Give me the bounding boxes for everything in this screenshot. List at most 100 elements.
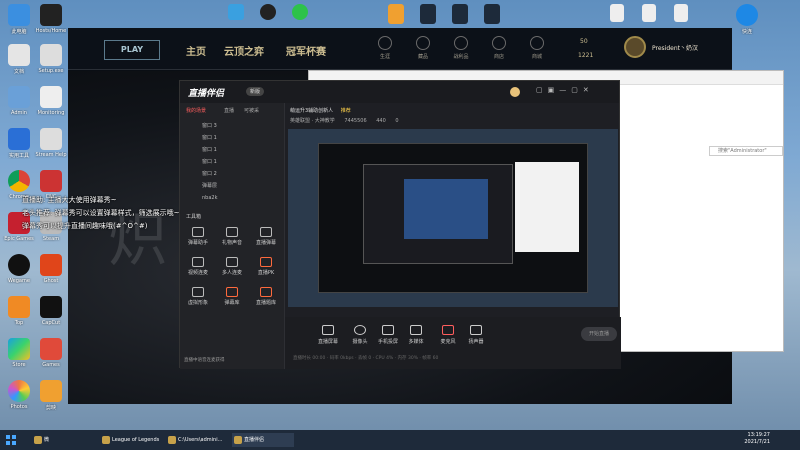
- stream-header: 萌运升3辅助创新人 推荐 英雄联盟 · 大神教学 7445506 440 0: [290, 107, 399, 124]
- tool-video-link[interactable]: 视频连麦: [184, 257, 212, 276]
- desktop-app-icon[interactable]: [228, 4, 244, 20]
- toolbox-label: 工具箱: [186, 214, 202, 220]
- tool-avatar[interactable]: 虚拟形象: [184, 287, 212, 306]
- document-icon-2[interactable]: [642, 4, 656, 22]
- taskbar-stream-app[interactable]: 直播伴侣: [232, 433, 294, 447]
- btn-screen[interactable]: 直播屏幕: [315, 325, 341, 345]
- document-icon[interactable]: [610, 4, 624, 22]
- lol-shortcut-icon-3[interactable]: [484, 4, 500, 24]
- tab-capture[interactable]: 可被采: [244, 107, 259, 114]
- btn-phone-cast[interactable]: 手机投屏: [375, 325, 401, 345]
- like-count: 0: [395, 118, 399, 124]
- nested-explorer: [515, 162, 579, 252]
- desktop-icon-kuailian[interactable]: 快连: [730, 4, 764, 35]
- taskbar: 微 League of Legends C:\Users\admini... 直…: [0, 430, 800, 450]
- summoner-avatar[interactable]: [624, 36, 646, 58]
- taskbar-wechat[interactable]: 微: [32, 433, 94, 447]
- stream-category: 英雄联盟 · 大神教学: [290, 118, 335, 124]
- play-button[interactable]: PLAY: [104, 40, 160, 60]
- desktop-icon-help[interactable]: Stream Help: [34, 128, 68, 158]
- danmaku-line: 弹幕秀可以提升直播间趣味哦(#^O^#): [22, 222, 148, 230]
- nested-preview-core: [404, 179, 488, 239]
- desktop-icon-ghost[interactable]: Ghost: [34, 254, 68, 284]
- layer-item[interactable]: 窗口 1: [184, 133, 280, 144]
- stream-title: 萌运升3辅助创新人: [290, 108, 334, 114]
- clock-time: 13:19:27: [747, 432, 770, 438]
- stream-room-id: 7445506: [344, 118, 367, 124]
- danmaku-line: 老头推荐: 弹幕秀可以设置弹幕样式，筛选展示哦~: [22, 209, 180, 217]
- layer-item[interactable]: 窗口 1: [184, 145, 280, 156]
- document-icon-3[interactable]: [674, 4, 688, 22]
- store-icon[interactable]: 商店: [482, 36, 516, 60]
- nav-clash[interactable]: 冠军杯赛: [286, 43, 326, 58]
- version-badge[interactable]: 新版: [246, 87, 265, 96]
- explorer-search-input[interactable]: 搜索"Administrator": [709, 146, 783, 156]
- tab-live[interactable]: 直播: [224, 107, 234, 114]
- layer-item[interactable]: 窗口 3: [184, 121, 280, 132]
- loot-icon[interactable]: 战利品: [444, 36, 478, 60]
- start-menu-icon[interactable]: [6, 435, 16, 445]
- desktop-icon-tools[interactable]: 实用工具: [2, 128, 36, 159]
- tool-multi-link[interactable]: 多人连麦: [218, 257, 246, 276]
- stream-tag: 推荐: [340, 108, 351, 114]
- lol-shortcut-icon-2[interactable]: [452, 4, 468, 24]
- league-splash-text: 炽: [108, 205, 168, 275]
- layer-item[interactable]: 弹幕层: [184, 181, 280, 192]
- nav-tft[interactable]: 云顶之弈: [224, 43, 264, 58]
- lol-shortcut-icon[interactable]: [420, 4, 436, 24]
- status-bar-text: 直播中语音连麦获得: [184, 358, 225, 363]
- taskbar-explorer[interactable]: C:\Users\admini...: [166, 433, 228, 447]
- clock-date: 2021/7/21: [744, 439, 770, 445]
- window-controls[interactable]: ▢▣—▢✕: [536, 86, 594, 94]
- shop-icon[interactable]: 商城: [520, 36, 554, 60]
- desktop-icon-jianying[interactable]: 剪映: [34, 380, 68, 411]
- desktop-icon-games[interactable]: Games: [34, 338, 68, 368]
- collection-icon[interactable]: 藏品: [406, 36, 440, 60]
- desktop-file-icon[interactable]: [388, 4, 404, 24]
- layer-item[interactable]: nba2k: [184, 193, 280, 204]
- desktop-icon-this-pc[interactable]: 此电脑: [2, 4, 36, 35]
- tool-pk[interactable]: 直播PK: [252, 257, 280, 276]
- tab-scenes[interactable]: 我的场景: [186, 107, 206, 114]
- stream-titlebar: 直播伴侣 新版 ▢▣—▢✕: [180, 81, 619, 103]
- danmaku-line: 直播助: 主播大大使用弹幕秀~: [22, 196, 117, 204]
- desktop-icon-store[interactable]: Store: [2, 338, 36, 368]
- desktop-icon-wegame[interactable]: Wegame: [2, 254, 36, 284]
- desktop-icon-monitor[interactable]: Monitoring: [34, 86, 68, 116]
- layer-item[interactable]: 窗口 1: [184, 157, 280, 168]
- desktop-icon-capcut[interactable]: CapCut: [34, 296, 68, 326]
- desktop-icon-admin[interactable]: Admin: [2, 86, 36, 116]
- stream-app-window[interactable]: 直播伴侣 新版 ▢▣—▢✕ 我的场景 直播 可被采 窗口 3 窗口 1 窗口 1…: [179, 80, 621, 369]
- tool-danmaku[interactable]: 弹幕助手: [184, 227, 212, 246]
- profile-icon[interactable]: 生涯: [368, 36, 402, 60]
- stream-preview-canvas[interactable]: [288, 129, 618, 307]
- btn-microphone[interactable]: 麦克风: [435, 325, 461, 345]
- riot-points: 1221: [578, 52, 594, 59]
- desktop-icon-photos[interactable]: Photos: [2, 380, 36, 410]
- tool-gift[interactable]: 礼物声音: [218, 227, 246, 246]
- qq-icon[interactable]: [260, 4, 276, 20]
- user-avatar[interactable]: [510, 87, 520, 97]
- go-live-button[interactable]: 开始直播: [581, 327, 617, 341]
- stream-stats: 直播时长 00:00 · 码率 0kbps · 丢帧 0 · CPU 4% · …: [293, 356, 439, 361]
- btn-media[interactable]: 多媒体: [403, 325, 429, 345]
- taskbar-clock[interactable]: 13:19:27 2021/7/21: [744, 432, 770, 446]
- nav-home[interactable]: 主页: [186, 43, 206, 58]
- taskbar-league[interactable]: League of Legends: [100, 433, 162, 447]
- layer-item[interactable]: 窗口 2: [184, 169, 280, 180]
- desktop-icon-hosts[interactable]: Hosts/Home: [34, 4, 68, 34]
- viewer-count: 440: [376, 118, 386, 124]
- btn-camera[interactable]: 摄像头: [347, 325, 373, 345]
- stream-bottom-toolbar: 直播屏幕 摄像头 手机投屏 多媒体 麦克风 扬声器 开始直播 直播时长 00:0…: [285, 317, 621, 369]
- desktop-icon-docs[interactable]: 文档: [2, 44, 36, 75]
- wechat-icon[interactable]: [292, 4, 308, 20]
- stream-sidebar: 我的场景 直播 可被采 窗口 3 窗口 1 窗口 1 窗口 1 窗口 2 弹幕层…: [180, 103, 285, 369]
- tool-quiz[interactable]: 直播题库: [252, 287, 280, 306]
- tool-danmaku-lib[interactable]: 弹幕库: [218, 287, 246, 306]
- nested-preview-inner: [363, 164, 513, 264]
- desktop-icon-top[interactable]: Top: [2, 296, 36, 326]
- tool-comments[interactable]: 直播弹幕: [252, 227, 280, 246]
- desktop-icon-setup[interactable]: Setup.exe: [34, 44, 68, 74]
- btn-speaker[interactable]: 扬声器: [463, 325, 489, 345]
- league-topbar: PLAY 主页 云顶之弈 冠军杯赛 生涯 藏品 战利品 商店 商城 50 122…: [68, 28, 732, 70]
